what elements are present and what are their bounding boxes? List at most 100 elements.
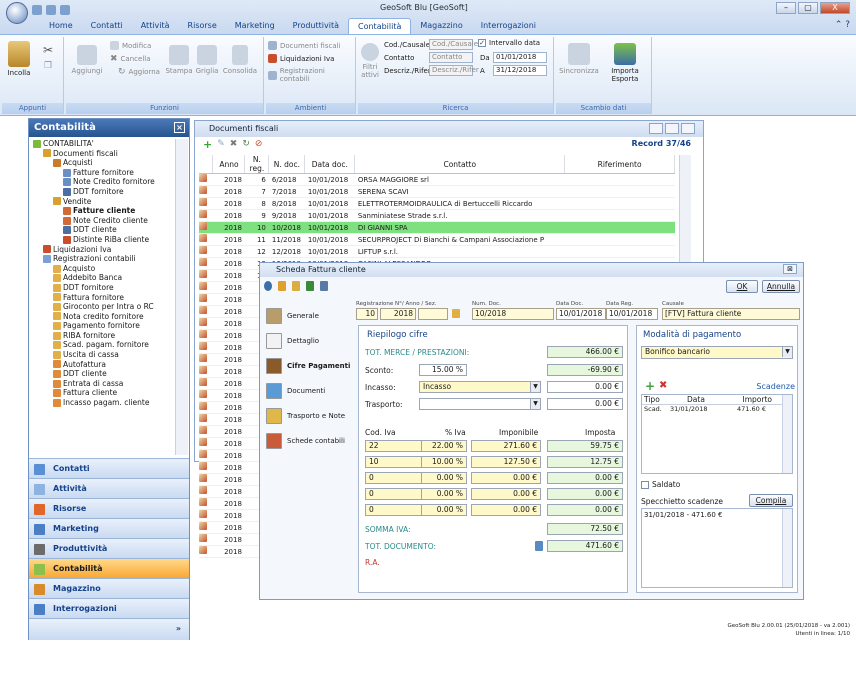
tree-item[interactable]: RIBA fornitore [29,331,175,341]
ok-button[interactable]: OK [726,280,758,293]
tree-item[interactable]: DDT cliente [29,225,175,235]
tree-item[interactable]: Incasso pagam. cliente [29,398,175,408]
num-doc-field[interactable]: 10/2018 [472,308,554,320]
iva-percent-field[interactable]: 0.00 % [421,488,467,500]
incolla-button[interactable]: Incolla [4,41,34,77]
tab-marketing[interactable]: Marketing [226,18,284,34]
minimize-button[interactable]: – [776,2,796,14]
edit-icon[interactable]: ✎ [217,139,225,149]
sconto-percent-input[interactable]: 15.00 % [419,364,467,376]
iva-code-input[interactable]: 10 [365,456,425,468]
calculator-icon[interactable] [535,541,543,551]
ambiente-liquidazioni-iva[interactable]: Liquidazioni Iva [268,54,334,63]
reg-anno-field[interactable]: 2018 [380,308,416,320]
contatto-input[interactable]: Contatto [429,52,473,63]
copy-icon[interactable]: ❐ [36,61,60,71]
section-dettaglio[interactable]: Dettaglio [266,330,352,352]
tab-contabilità[interactable]: Contabilità [348,18,412,34]
redo-icon[interactable] [46,5,56,15]
col-data-doc-[interactable]: Data doc. [304,155,356,174]
tree-item[interactable]: CONTABILITA' [29,139,175,149]
nav-magazzino[interactable]: Magazzino [29,578,189,598]
tree-item[interactable]: Pagamento fornitore [29,321,175,331]
trasporto-select[interactable]: ▼ [419,398,541,410]
intervallo-data-toggle[interactable]: ✓ Intervallo data [478,39,540,47]
griglia-button[interactable]: Griglia [194,45,220,75]
tab-contatti[interactable]: Contatti [82,18,132,34]
table-row[interactable]: 2018 8 8/2018 10/01/2018 ELETTROTERMOIDRAULI… [199,197,675,210]
col-contatto[interactable]: Contatto [354,155,566,174]
ambiente-documenti-fiscali[interactable]: Documenti fiscali [268,41,341,50]
filtri-attivi-button[interactable]: Filtri attivi [358,43,382,79]
iva-code-input[interactable]: 0 [365,504,425,516]
tab-risorse[interactable]: Risorse [179,18,226,34]
annulla-button[interactable]: Annulla [762,280,800,293]
cut-icon[interactable]: ✂ [36,43,60,57]
chevron-down-icon[interactable]: ▼ [530,399,540,409]
saldato-checkbox[interactable] [641,480,649,489]
imponibile-input[interactable]: 0.00 € [471,488,541,500]
col-n-doc-[interactable]: N. doc. [268,155,306,174]
saldato-toggle[interactable]: Saldato [641,480,680,489]
iva-code-input[interactable]: 0 [365,472,425,484]
nav-contatti[interactable]: Contatti [29,458,189,478]
lock-icon[interactable] [292,281,300,291]
undo-icon[interactable] [32,5,42,15]
iva-percent-field[interactable]: 0.00 % [421,472,467,484]
add-scadenza-icon[interactable]: + [645,379,655,393]
doc-minimize-button[interactable] [649,123,663,134]
tree-item[interactable]: Fattura cliente [29,388,175,398]
section-documenti[interactable]: Documenti [266,380,352,402]
reg-num-field[interactable]: 10 [356,308,378,320]
intervallo-checkbox[interactable]: ✓ [478,39,486,47]
date-from-input[interactable]: 01/01/2018 [493,52,547,63]
info-icon[interactable] [264,281,272,291]
filter-clear-icon[interactable]: ⊘ [255,139,263,149]
specchietto-textarea[interactable]: 31/01/2018 - 471.60 € [641,508,793,588]
nav-marketing[interactable]: Marketing [29,518,189,538]
tree-item[interactable]: Nota credito fornitore [29,312,175,322]
export-icon[interactable] [306,281,314,291]
table-row[interactable]: 2018 10 10/2018 10/01/2018 DI GIANNI SPA [199,221,675,234]
tree-item[interactable]: Acquisto [29,264,175,274]
table-row[interactable]: 2018 12 12/2018 10/01/2018 LIFTUP s.r.l. [199,245,675,258]
iva-percent-field[interactable]: 0.00 % [421,504,467,516]
tab-attività[interactable]: Attività [132,18,179,34]
col-riferimento[interactable]: Riferimento [564,155,675,174]
cancella-button[interactable]: ✖ Cancella [110,54,151,64]
scadenze-link[interactable]: Scadenze [756,382,795,391]
imponibile-input[interactable]: 0.00 € [471,504,541,516]
nav-interrogazioni[interactable]: Interrogazioni [29,598,189,618]
iva-percent-field[interactable]: 10.00 % [421,456,467,468]
scadenze-scrollbar[interactable] [782,395,792,473]
tree-item[interactable]: DDT cliente [29,369,175,379]
section-cifre-pagamenti[interactable]: Cifre Pagamenti [266,355,352,377]
tab-interrogazioni[interactable]: Interrogazioni [472,18,545,34]
compila-button[interactable]: Compila [749,494,793,507]
scheda-close-icon[interactable]: ⊠ [783,264,797,274]
tree-item[interactable]: Liquidazioni Iva [29,245,175,255]
tree-item[interactable]: Vendite [29,197,175,207]
tree-item[interactable]: Note Credito fornitore [29,177,175,187]
tree-item[interactable]: Scad. pagam. fornitore [29,340,175,350]
scadenza-row[interactable]: Scad. 31/01/2018 471.60 € [642,405,792,414]
doc-maximize-button[interactable] [665,123,679,134]
aggiungi-button[interactable]: Aggiungi [70,45,104,75]
specchietto-scrollbar[interactable] [782,509,792,587]
section-generale[interactable]: Generale [266,305,352,327]
tree-item[interactable]: Distinte RiBa cliente [29,235,175,245]
refresh-icon[interactable]: ↻ [242,139,250,149]
nav-produttività[interactable]: Produttività [29,538,189,558]
print-icon[interactable] [320,281,328,291]
customize-icon[interactable] [60,5,70,15]
nav-more-button[interactable]: » [29,618,189,640]
reg-sez-field[interactable] [418,308,448,320]
close-button[interactable]: X [820,2,850,14]
chevron-down-icon[interactable]: ▼ [782,347,792,357]
modalita-pagamento-select[interactable]: Bonifico bancario ▼ [641,346,793,359]
aggiorna-button[interactable]: ↻ Aggiorna [118,67,160,77]
tab-magazzino[interactable]: Magazzino [411,18,471,34]
tab-home[interactable]: Home [40,18,82,34]
col-n-reg-[interactable]: N. reg. [244,155,270,174]
iva-code-input[interactable]: 22 [365,440,425,452]
